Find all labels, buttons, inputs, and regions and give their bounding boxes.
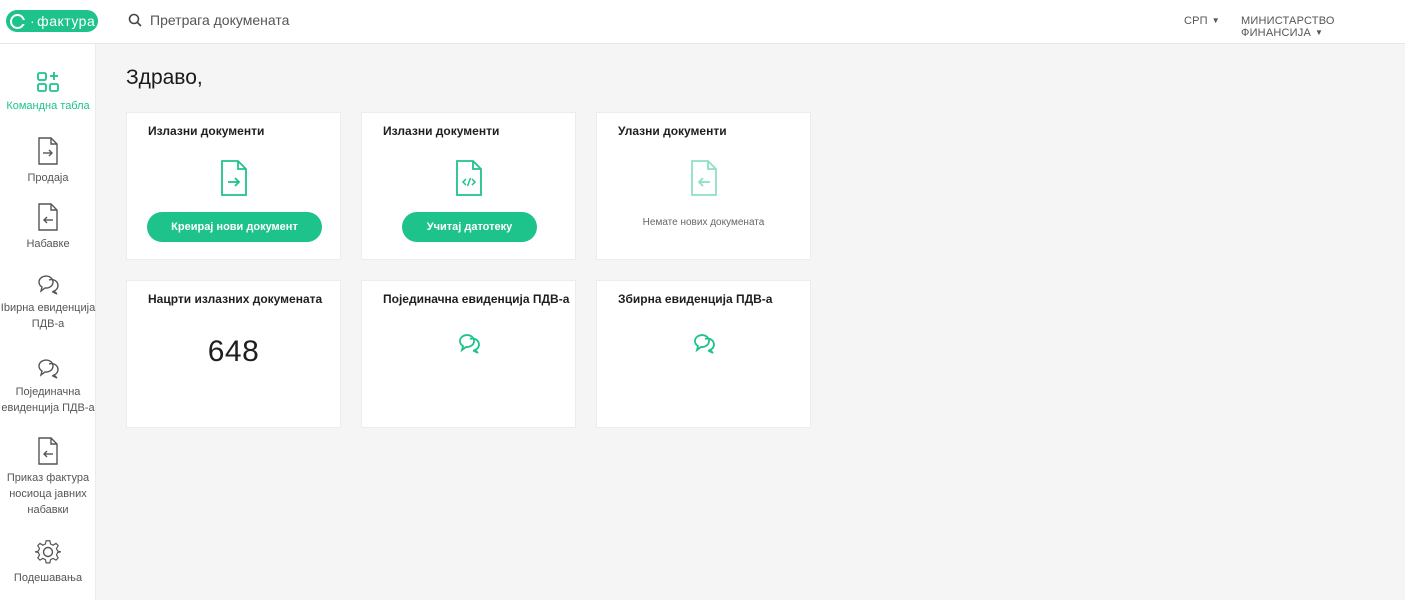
document-arrow-left-icon: [690, 160, 717, 196]
e-logo-icon: [10, 13, 26, 29]
drafts-count: 648: [207, 335, 260, 368]
chat-bubbles-icon: [38, 359, 59, 379]
incoming-documents-card: Улазни документи Немате нових докумената: [596, 112, 811, 260]
sidebar-item-settings[interactable]: Подешавања: [0, 538, 96, 586]
sidebar-item-label: Набавке: [26, 238, 70, 250]
upload-file-button[interactable]: Учитај датотеку: [402, 212, 537, 242]
app-logo[interactable]: · фактура: [6, 10, 98, 32]
language-selector[interactable]: СРП ▼: [1184, 15, 1220, 27]
individual-vat-card[interactable]: Појединачна евиденција ПДВ-а: [361, 280, 576, 428]
gear-icon: [34, 540, 61, 564]
caret-down-icon: ▼: [1314, 28, 1324, 37]
sidebar-item-public-procurement[interactable]: Приказ фактура носиоца јавних набавки: [0, 436, 96, 518]
sidebar-item-label: Подешавања: [13, 572, 83, 584]
chat-bubbles-icon: [693, 334, 715, 354]
sidebar-item-label: Командна табла: [6, 100, 90, 112]
language-label: СРП: [1184, 15, 1208, 27]
chat-bubbles-icon: [38, 275, 59, 295]
sidebar-item-dashboard[interactable]: Командна табла: [0, 70, 96, 114]
document-arrow-right-icon: [38, 137, 58, 165]
organization-selector[interactable]: МИНИСТАРСТВО ФИНАНСИЈА ▼: [1241, 15, 1405, 39]
search-icon: [128, 13, 142, 27]
sidebar-item-label: Ibирна евиденција ПДВ-а: [0, 302, 96, 330]
top-bar: · фактура Претрага докумената СРП ▼ МИНИС…: [0, 0, 1405, 44]
sidebar-item-purchases[interactable]: Набавке: [0, 202, 96, 252]
dashboard-icon: [37, 72, 59, 92]
card-title: Улазни документи: [618, 124, 727, 138]
document-arrow-left-icon: [38, 437, 58, 465]
sidebar: Командна табла Продаја Набавке Ibирна ев…: [0, 44, 96, 600]
sidebar-item-summary-vat[interactable]: Ibирна евиденција ПДВ-а: [0, 272, 96, 332]
logo-text: фактура: [37, 13, 96, 29]
document-arrow-right-icon: [220, 160, 247, 196]
sidebar-item-individual-vat[interactable]: Појединачна евиденција ПДВ-а: [0, 356, 96, 416]
sidebar-item-sales[interactable]: Продаја: [0, 136, 96, 186]
no-new-documents-text: Немате нових докумената: [642, 217, 765, 228]
card-title: Појединачна евиденција ПДВ-а: [383, 292, 570, 306]
create-document-button[interactable]: Креирај нови документ: [147, 212, 322, 242]
card-title: Излазни документи: [148, 124, 265, 138]
summary-vat-card[interactable]: Збирна евиденција ПДВ-а: [596, 280, 811, 428]
sidebar-item-label: Приказ фактура носиоца јавних набавки: [6, 472, 90, 516]
document-code-icon: [455, 160, 482, 196]
card-title: Излазни документи: [383, 124, 500, 138]
search-bar[interactable]: Претрага докумената: [128, 12, 289, 28]
chat-bubbles-icon: [458, 334, 480, 354]
search-input[interactable]: Претрага докумената: [150, 12, 289, 28]
upload-file-card: Излазни документи Учитај датотеку: [361, 112, 576, 260]
card-title: Нацрти излазних докумената: [148, 292, 323, 306]
document-arrow-left-icon: [38, 203, 58, 231]
caret-down-icon: ▼: [1211, 16, 1220, 25]
sidebar-item-label: Појединачна евиденција ПДВ-а: [1, 386, 95, 414]
sidebar-item-label: Продаја: [27, 172, 69, 184]
card-title: Збирна евиденција ПДВ-а: [618, 292, 773, 306]
drafts-card[interactable]: Нацрти излазних докумената 648: [126, 280, 341, 428]
outgoing-documents-card: Излазни документи Креирај нови документ: [126, 112, 341, 260]
greeting-heading: Здраво,: [126, 66, 203, 89]
